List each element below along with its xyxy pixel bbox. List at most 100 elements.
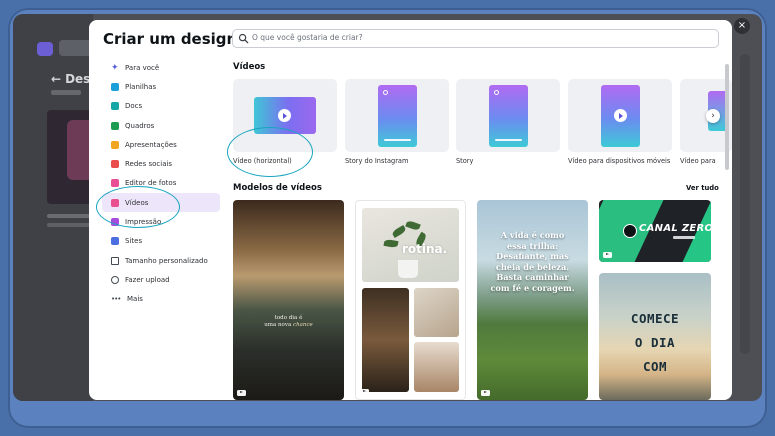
sparkle-icon: ✦ xyxy=(111,62,119,73)
video-badge-icon xyxy=(237,390,246,396)
template-card-canal-zero[interactable]: CANAL ZERO xyxy=(599,200,711,262)
background-logo xyxy=(37,42,53,56)
video-badge-icon xyxy=(603,252,612,258)
sidebar-item-editor-de-fotos[interactable]: Editor de fotos xyxy=(102,174,220,193)
template-line: essa trilha: xyxy=(506,240,559,251)
template-card-rotina[interactable]: rotina. xyxy=(355,200,466,400)
sidebar-item-tamanho-personalizado[interactable]: Tamanho personalizado xyxy=(102,251,220,270)
template-photo-book xyxy=(414,288,459,337)
see-all-link[interactable]: Ver tudo xyxy=(686,184,719,192)
search-icon xyxy=(238,33,249,44)
template-script-word: chance xyxy=(293,322,313,328)
leaf-shape xyxy=(383,238,399,249)
vertical-video-preview xyxy=(489,85,528,147)
website-icon xyxy=(111,237,119,246)
carousel-next-button[interactable]: › xyxy=(706,109,720,123)
progress-bar xyxy=(384,139,411,141)
sidebar-item-label: Redes sociais xyxy=(125,160,173,169)
template-title: CANAL ZERO xyxy=(639,223,711,234)
template-card-daily-chance[interactable]: todo dia é uma nova chance xyxy=(233,200,344,400)
video-format-story[interactable] xyxy=(456,79,560,152)
templates-section-title: Modelos de vídeos xyxy=(233,183,322,193)
template-line: uma nova xyxy=(264,322,292,328)
category-sidebar: ✦ Para você Planilhas Docs Quadros Apresentaç… xyxy=(102,58,220,309)
video-format-label: Vídeo (horizontal) xyxy=(233,157,292,165)
template-line: Desafiante, mas xyxy=(496,251,569,261)
instagram-icon xyxy=(383,90,388,95)
play-icon xyxy=(278,109,291,122)
video-format-label: Story xyxy=(456,157,474,165)
sidebar-item-videos[interactable]: Vídeos xyxy=(102,193,220,213)
video-format-label: Story do Instagram xyxy=(345,157,409,165)
sidebar-item-planilhas[interactable]: Planilhas xyxy=(102,77,220,96)
back-arrow-icon: ← xyxy=(51,72,62,86)
template-line: com fé e coragem. xyxy=(490,282,575,293)
search-placeholder: O que você gostaria de criar? xyxy=(252,33,363,42)
modal-scrollbar[interactable] xyxy=(725,64,729,170)
close-icon: × xyxy=(737,20,747,31)
print-icon xyxy=(111,218,119,227)
sidebar-item-label: Planilhas xyxy=(125,82,157,91)
template-photo-plant: rotina. xyxy=(362,208,459,282)
video-format-instagram-story[interactable] xyxy=(345,79,449,152)
horizontal-video-preview xyxy=(254,97,316,134)
chevron-right-icon: › xyxy=(711,111,715,121)
background-scrollbar xyxy=(740,54,750,354)
template-text: A vida é como essa trilha: Desafiante, m… xyxy=(481,230,584,293)
video-format-label: Vídeo para dispositivos móveis xyxy=(568,157,671,165)
vertical-video-preview xyxy=(378,85,417,147)
resize-icon xyxy=(111,256,119,265)
template-card-trail[interactable]: A vida é como essa trilha: Desafiante, m… xyxy=(477,200,588,400)
template-line: Basta caminhar xyxy=(496,272,569,282)
sidebar-item-label: Quadros xyxy=(125,121,155,130)
video-badge-icon xyxy=(481,390,490,396)
sidebar-item-label: Sites xyxy=(125,237,143,246)
sidebar-item-impressao[interactable]: Impressão xyxy=(102,212,220,231)
video-icon xyxy=(111,198,119,207)
video-format-horizontal[interactable] xyxy=(233,79,337,152)
sidebar-item-label: Apresentações xyxy=(125,140,177,149)
search-input[interactable]: O que você gostaria de criar? xyxy=(232,29,719,48)
whiteboard-icon xyxy=(111,121,119,130)
sidebar-item-mais[interactable]: ••• Mais xyxy=(102,290,220,309)
sidebar-item-apresentacoes[interactable]: Apresentações xyxy=(102,135,220,154)
video-format-mobile[interactable] xyxy=(568,79,672,152)
template-line: COM xyxy=(642,359,668,374)
heart-icon xyxy=(111,160,119,169)
sidebar-item-docs[interactable]: Docs xyxy=(102,97,220,116)
background-subtitle xyxy=(51,90,81,95)
vertical-video-preview xyxy=(601,85,640,147)
template-subtitle-bar xyxy=(673,236,695,239)
sidebar-item-label: Editor de fotos xyxy=(125,179,177,188)
sidebar-item-quadros[interactable]: Quadros xyxy=(102,116,220,135)
play-icon xyxy=(614,109,627,122)
modal-title: Criar um design xyxy=(103,30,238,48)
sidebar-item-fazer-upload[interactable]: Fazer upload xyxy=(102,270,220,289)
sheet-icon xyxy=(111,82,119,91)
template-line: todo dia é xyxy=(274,315,303,321)
photo-icon xyxy=(111,179,119,188)
template-line: COMECE xyxy=(630,311,680,326)
sidebar-item-label: Docs xyxy=(125,102,143,111)
sidebar-item-para-voce[interactable]: ✦ Para você xyxy=(102,58,220,77)
story-icon xyxy=(494,90,499,95)
sidebar-item-redes-sociais[interactable]: Redes sociais xyxy=(102,154,220,173)
background-design-meta xyxy=(47,223,91,227)
template-photo-coffee xyxy=(362,288,409,392)
video-badge-icon xyxy=(360,389,369,395)
create-design-modal: Criar um design O que você gostaria de c… xyxy=(89,20,732,400)
sidebar-item-label: Impressão xyxy=(125,218,162,227)
sidebar-item-label: Mais xyxy=(127,295,143,304)
upload-cloud-icon xyxy=(111,275,119,284)
sidebar-item-sites[interactable]: Sites xyxy=(102,232,220,251)
close-modal-button[interactable]: × xyxy=(734,18,750,34)
template-line: A vida é como xyxy=(500,230,565,240)
sidebar-item-label: Tamanho personalizado xyxy=(125,256,208,265)
leaf-shape xyxy=(405,219,421,232)
presentation-icon xyxy=(111,140,119,149)
template-card-comece-o-dia[interactable]: COMECE O DIA COM xyxy=(599,273,711,400)
doc-icon xyxy=(111,102,119,111)
videos-section-title: Vídeos xyxy=(233,62,266,72)
sidebar-item-label: Vídeos xyxy=(125,198,149,207)
template-word: rotina. xyxy=(402,242,448,256)
